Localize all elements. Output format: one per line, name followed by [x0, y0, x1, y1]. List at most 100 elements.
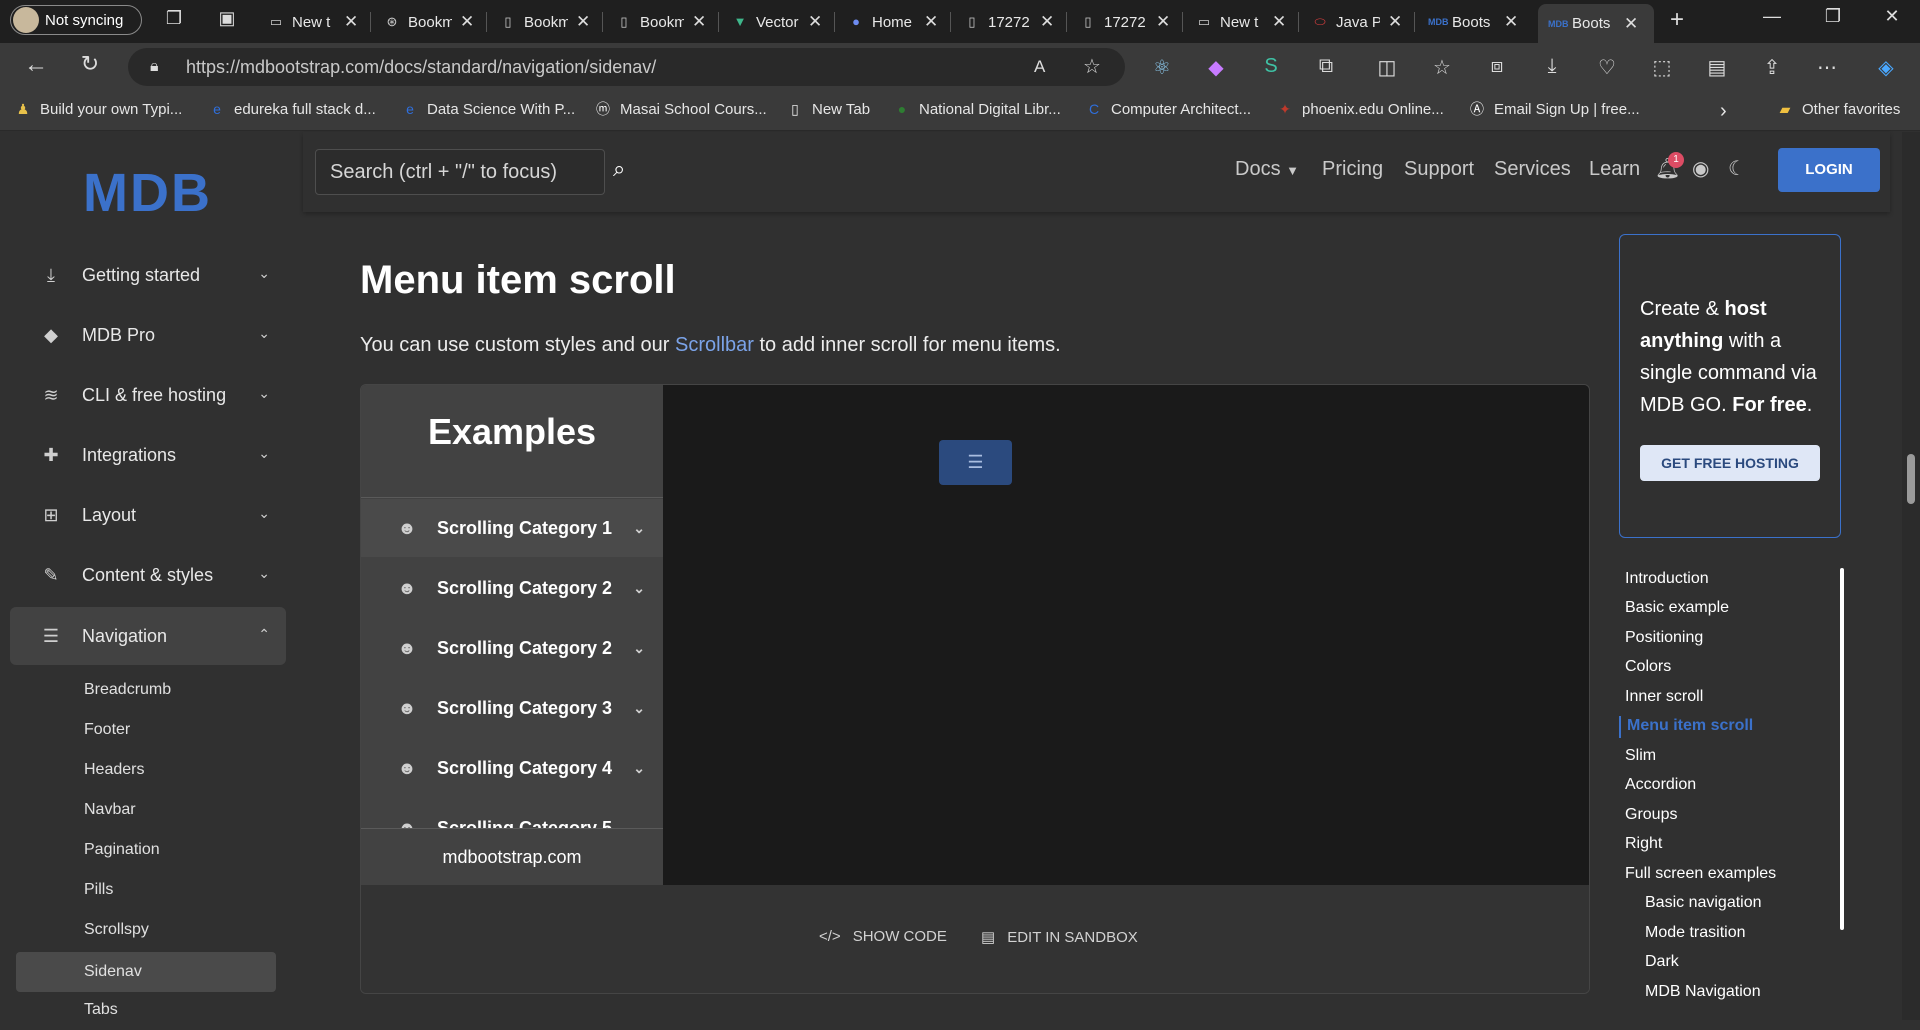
- toc-link[interactable]: Positioning: [1625, 629, 1703, 647]
- close-tab-icon[interactable]: ✕: [924, 12, 938, 32]
- sidebar-subitem-breadcrumb[interactable]: Breadcrumb: [16, 670, 276, 710]
- extension-copilot-icon[interactable]: ◆: [1202, 55, 1230, 80]
- browser-tab[interactable]: ▭ New t ✕: [1186, 6, 1286, 38]
- tab-actions-icon[interactable]: ▣: [213, 8, 241, 29]
- sidebar-subitem-tabs[interactable]: Tabs: [16, 990, 276, 1030]
- toc-link[interactable]: Groups: [1625, 806, 1677, 824]
- toc-link[interactable]: Introduction: [1625, 570, 1709, 588]
- page-scrollbar[interactable]: [1902, 132, 1920, 1020]
- toc-link[interactable]: Basic example: [1625, 599, 1729, 617]
- sidebar-subitem-sidenav[interactable]: Sidenav: [16, 952, 276, 992]
- sidebar-subitem-scrollspy[interactable]: Scrollspy: [16, 910, 276, 950]
- browser-tab-active[interactable]: MDB Boots ✕: [1538, 4, 1654, 43]
- more-options-icon[interactable]: ⋯: [1813, 55, 1841, 80]
- close-window-icon[interactable]: ✕: [1872, 6, 1912, 27]
- favorite-star-icon[interactable]: ☆: [1083, 48, 1101, 86]
- toc-link[interactable]: Slim: [1625, 747, 1656, 765]
- profile-button[interactable]: Not syncing: [10, 5, 142, 35]
- back-icon[interactable]: ←: [22, 51, 50, 79]
- nav-link-pricing[interactable]: Pricing: [1322, 158, 1383, 181]
- screenshot-icon[interactable]: ⬚: [1648, 55, 1676, 80]
- toc-link[interactable]: Colors: [1625, 658, 1671, 676]
- close-tab-icon[interactable]: ✕: [460, 12, 474, 32]
- sidebar-item-mdb-pro[interactable]: ◆ MDB Pro ⌄: [10, 306, 286, 364]
- close-tab-icon[interactable]: ✕: [344, 12, 358, 32]
- browser-tab[interactable]: MDB Boots ✕: [1418, 6, 1518, 38]
- toc-link[interactable]: Inner scroll: [1625, 688, 1703, 706]
- split-screen-icon[interactable]: ◫: [1373, 55, 1401, 80]
- toc-sublink[interactable]: Basic navigation: [1645, 894, 1762, 912]
- copilot-icon[interactable]: ◈: [1872, 55, 1900, 80]
- new-tab-icon[interactable]: +: [1663, 6, 1691, 34]
- page-scrollbar-thumb[interactable]: [1907, 454, 1915, 504]
- close-tab-icon[interactable]: ✕: [1624, 14, 1638, 34]
- get-free-hosting-button[interactable]: GET FREE HOSTING: [1640, 445, 1820, 481]
- github-icon[interactable]: ◉: [1692, 156, 1709, 181]
- toc-link[interactable]: Full screen examples: [1625, 865, 1776, 883]
- browser-tab[interactable]: ● Home ✕: [838, 6, 938, 38]
- close-tab-icon[interactable]: ✕: [692, 12, 706, 32]
- sidenav-category[interactable]: ☻ Scrolling Category 3 ⌄: [361, 679, 663, 737]
- search-input[interactable]: Search (ctrl + "/" to focus): [315, 149, 605, 195]
- bookmark[interactable]: ● National Digital Libr...: [893, 100, 1061, 118]
- browser-tab[interactable]: ▼ Vector ✕: [722, 6, 823, 38]
- browser-tab[interactable]: ⬭ Java P ✕: [1302, 6, 1402, 38]
- read-aloud-icon[interactable]: A: [1034, 48, 1045, 86]
- refresh-icon[interactable]: ↻: [76, 51, 104, 77]
- sidebar-subitem-navbar[interactable]: Navbar: [16, 790, 276, 830]
- sidenav-category[interactable]: ☻ Scrolling Category 2 ⌄: [361, 559, 663, 617]
- mdb-logo[interactable]: MDB: [83, 162, 212, 224]
- bookmark[interactable]: ⓜ Masai School Cours...: [594, 100, 767, 118]
- search-icon[interactable]: ⌕: [613, 156, 625, 182]
- toc-sublink[interactable]: Mode trasition: [1645, 924, 1746, 942]
- react-devtools-icon[interactable]: ⚛: [1148, 55, 1176, 80]
- show-code-button[interactable]: </> SHOW CODE: [819, 928, 947, 945]
- sidebar-item-getting-started[interactable]: ⤓ Getting started ⌄: [10, 246, 286, 304]
- browser-tab[interactable]: ⊛ Bookm ✕: [374, 6, 475, 38]
- nav-link-learn[interactable]: Learn: [1589, 158, 1640, 181]
- close-tab-icon[interactable]: ✕: [576, 12, 590, 32]
- collections-icon[interactable]: ⧈: [1483, 55, 1511, 78]
- browser-essentials-icon[interactable]: ♡: [1593, 55, 1621, 80]
- close-tab-icon[interactable]: ✕: [1156, 12, 1170, 32]
- minimize-icon[interactable]: —: [1752, 6, 1792, 27]
- sidenav-category[interactable]: ☻ Scrolling Category 4 ⌄: [361, 739, 663, 797]
- scrollbar-link[interactable]: Scrollbar: [675, 334, 754, 356]
- edit-in-sandbox-button[interactable]: ▤ EDIT IN SANDBOX: [981, 928, 1138, 947]
- sidebar-item-layout[interactable]: ⊞ Layout ⌄: [10, 486, 286, 544]
- favorites-icon[interactable]: ☆: [1428, 55, 1456, 80]
- extensions-icon[interactable]: ⧉: [1312, 55, 1340, 78]
- sidebar-icon[interactable]: ▤: [1703, 55, 1731, 80]
- other-favorites[interactable]: ▰ Other favorites: [1776, 100, 1901, 118]
- sidebar-subitem-pagination[interactable]: Pagination: [16, 830, 276, 870]
- nav-link-support[interactable]: Support: [1404, 158, 1474, 181]
- sidebar-subitem-pills[interactable]: Pills: [16, 870, 276, 910]
- address-bar[interactable]: 🔒︎ https://mdbootstrap.com/docs/standard…: [128, 48, 1125, 86]
- bookmark[interactable]: Ⓐ Email Sign Up | free...: [1468, 100, 1640, 118]
- maximize-icon[interactable]: ❐: [1813, 6, 1853, 27]
- toc-sublink[interactable]: Dark: [1645, 953, 1679, 971]
- sidebar-item-cli-hosting[interactable]: ≋ CLI & free hosting ⌄: [10, 366, 286, 424]
- browser-tab[interactable]: ▯ 17272 ✕: [954, 6, 1054, 38]
- nav-link-services[interactable]: Services: [1494, 158, 1571, 181]
- sidebar-subitem-footer[interactable]: Footer: [16, 710, 276, 750]
- sidebar-subitem-headers[interactable]: Headers: [16, 750, 276, 790]
- browser-tab[interactable]: ▭ New t ✕: [258, 6, 358, 38]
- downloads-icon[interactable]: ⤓: [1538, 55, 1566, 78]
- extension-s-icon[interactable]: S: [1257, 55, 1285, 78]
- sidebar-item-navigation[interactable]: ☰ Navigation ⌃: [10, 607, 286, 665]
- toc-link-active[interactable]: Menu item scroll: [1627, 717, 1753, 735]
- sidenav-toggle-button[interactable]: ☰: [939, 440, 1012, 485]
- browser-tab[interactable]: ▯ Bookm ✕: [490, 6, 590, 38]
- bookmark[interactable]: e edureka full stack d...: [208, 100, 376, 118]
- bookmark[interactable]: ▯ New Tab: [786, 100, 870, 118]
- toc-link[interactable]: Right: [1625, 835, 1662, 853]
- login-button[interactable]: LOGIN: [1778, 148, 1880, 192]
- browser-tab[interactable]: ▯ Bookm ✕: [606, 6, 706, 38]
- sidenav-category[interactable]: ☻ Scrolling Category 2 ⌄: [361, 619, 663, 677]
- close-tab-icon[interactable]: ✕: [1272, 12, 1286, 32]
- sidenav-category[interactable]: ☻ Scrolling Category 1 ⌄: [361, 499, 663, 557]
- toc-sublink[interactable]: MDB Navigation: [1645, 983, 1761, 1001]
- close-tab-icon[interactable]: ✕: [1504, 12, 1518, 32]
- bookmark[interactable]: ✦ phoenix.edu Online...: [1276, 100, 1444, 118]
